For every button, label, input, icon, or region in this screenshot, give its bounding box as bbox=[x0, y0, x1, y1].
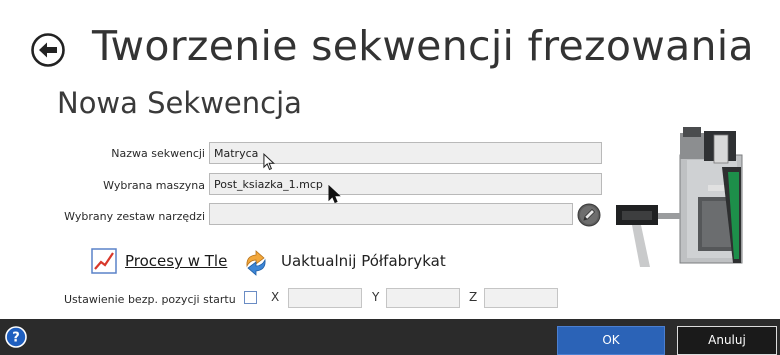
machine-field[interactable] bbox=[209, 173, 602, 195]
background-processes-link[interactable]: Procesy w Tle bbox=[125, 252, 227, 270]
footer-bar: ? OK Anuluj bbox=[0, 319, 780, 355]
y-coord-label: Y bbox=[372, 290, 380, 304]
machine-label: Wybrana maszyna bbox=[103, 179, 205, 192]
y-coord-field[interactable] bbox=[386, 288, 460, 308]
x-coord-label: X bbox=[271, 290, 280, 304]
update-stock-link[interactable]: Uaktualnij Półfabrykat bbox=[281, 252, 446, 270]
help-icon[interactable]: ? bbox=[5, 326, 27, 348]
chart-line-icon[interactable] bbox=[91, 248, 117, 274]
section-title: Nowa Sekwencja bbox=[57, 86, 302, 120]
back-arrow-icon[interactable] bbox=[30, 32, 66, 68]
sequence-name-label: Nazwa sekwencji bbox=[111, 147, 205, 160]
safe-start-checkbox[interactable] bbox=[244, 291, 257, 304]
mouse-cursor-outline-icon bbox=[263, 153, 275, 171]
toolset-label: Wybrany zestaw narzędzi bbox=[64, 210, 205, 223]
z-coord-label: Z bbox=[469, 290, 478, 304]
z-coord-field[interactable] bbox=[484, 288, 558, 308]
refresh-stock-icon[interactable] bbox=[243, 250, 269, 276]
page-title: Tworzenie sekwencji frezowania bbox=[92, 22, 754, 70]
help-glyph: ? bbox=[12, 331, 20, 346]
pencil-edit-icon[interactable] bbox=[577, 203, 601, 227]
ok-button[interactable]: OK bbox=[557, 326, 665, 355]
x-coord-field[interactable] bbox=[288, 288, 362, 308]
cancel-button[interactable]: Anuluj bbox=[677, 326, 777, 355]
mouse-cursor-icon bbox=[328, 185, 341, 204]
machine-image bbox=[616, 127, 743, 267]
toolset-field[interactable] bbox=[209, 203, 573, 225]
safe-start-label: Ustawienie bezp. pozycji startu bbox=[64, 293, 236, 306]
